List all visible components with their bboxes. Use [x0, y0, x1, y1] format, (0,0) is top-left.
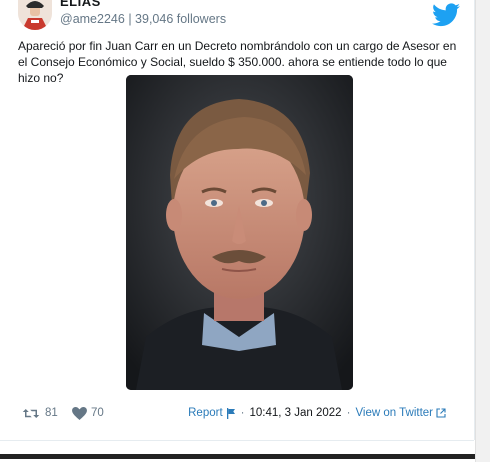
vertical-scrollbar[interactable] — [475, 0, 490, 462]
like-action[interactable]: 70 — [72, 405, 104, 421]
like-count: 70 — [91, 407, 104, 419]
retweet-count: 81 — [45, 407, 58, 419]
bottom-divider — [0, 454, 476, 459]
external-link-icon — [436, 408, 446, 418]
author-avatar[interactable] — [18, 0, 52, 30]
retweet-action[interactable]: 81 — [22, 405, 58, 421]
tweet-card: ELIAS @ame2246 | 39,046 followers Aparec… — [0, 0, 475, 440]
view-on-twitter-link[interactable]: View on Twitter — [355, 407, 433, 419]
flag-icon — [226, 407, 235, 419]
author-name[interactable]: ELIAS — [60, 0, 101, 9]
avatar-image — [18, 0, 52, 30]
tweet-embed-page: ELIAS @ame2246 | 39,046 followers Aparec… — [0, 0, 490, 462]
card-bottom-border — [0, 440, 474, 441]
tweet-footer-meta: Report · 10:41, 3 Jan 2022 · View on Twi… — [188, 405, 446, 421]
footer-separator-dot: · — [240, 407, 245, 419]
tweet-photo[interactable] — [126, 75, 353, 390]
report-link[interactable]: Report — [188, 407, 223, 419]
meta-separator: | — [128, 12, 132, 26]
author-meta: @ame2246 | 39,046 followers — [60, 12, 226, 26]
twitter-bird-icon[interactable] — [432, 3, 460, 27]
portrait-image — [126, 75, 353, 390]
retweet-icon — [22, 408, 40, 418]
author-handle[interactable]: @ame2246 — [60, 12, 125, 26]
tweet-timestamp[interactable]: 10:41, 3 Jan 2022 — [250, 407, 342, 419]
heart-icon — [72, 406, 87, 420]
follower-count: 39,046 followers — [135, 12, 227, 26]
footer-separator-dot: · — [346, 407, 351, 419]
